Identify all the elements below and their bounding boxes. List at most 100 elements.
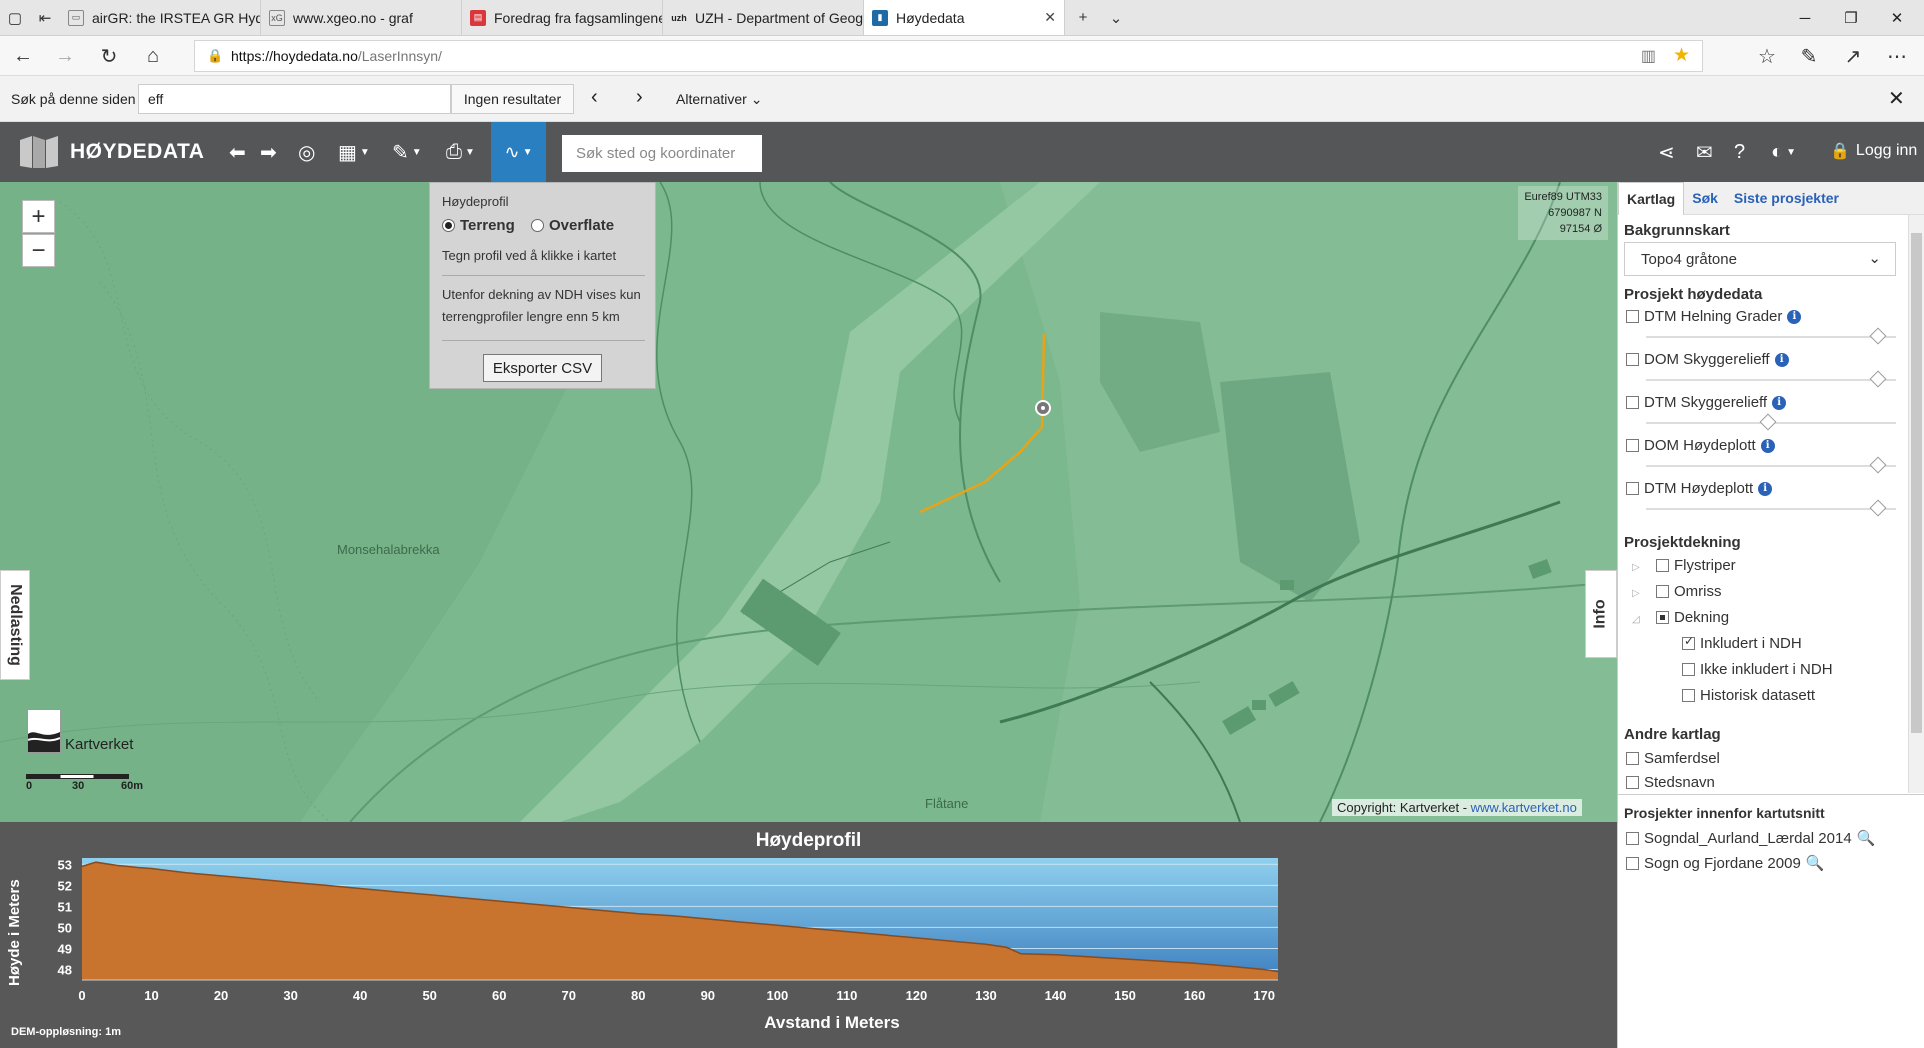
refresh-icon[interactable]: ↻: [94, 42, 124, 70]
checkbox[interactable]: [1626, 353, 1639, 366]
checkbox[interactable]: [1626, 831, 1639, 845]
tab-actions-icon[interactable]: ▢: [0, 0, 30, 35]
info-icon[interactable]: i: [1774, 352, 1789, 367]
layer-item[interactable]: DTM Skyggerelieff i: [1626, 394, 1787, 411]
forward-arrow-icon[interactable]: →: [50, 42, 80, 70]
pen-note-icon[interactable]: ✎: [1794, 42, 1824, 70]
tree-expand-icon[interactable]: ▷: [1632, 562, 1640, 573]
favorite-star-icon[interactable]: ★: [1673, 44, 1690, 67]
dekning-sub-inkludert[interactable]: Inkludert i NDH: [1682, 634, 1802, 652]
zoom-to-icon[interactable]: 🔍: [1806, 854, 1825, 872]
dekning-sub-historisk[interactable]: Historisk datasett: [1682, 687, 1815, 704]
checkbox[interactable]: [1682, 663, 1695, 676]
checkbox[interactable]: [1626, 396, 1639, 409]
favorites-hub-icon[interactable]: ☆: [1752, 42, 1782, 70]
zoom-to-icon[interactable]: 🔍: [1857, 829, 1876, 847]
sidebar-scrollbar[interactable]: [1908, 215, 1924, 793]
print-icon[interactable]: ⎙ ▼: [446, 138, 475, 166]
find-next-icon[interactable]: ›: [636, 86, 643, 109]
info-icon[interactable]: i: [1787, 309, 1802, 324]
map-view[interactable]: + − Euref89 UTM33 6790987 N 97154 Ø Mons…: [0, 182, 1617, 822]
zoom-out-button[interactable]: −: [22, 234, 55, 267]
find-previous-icon[interactable]: ‹: [591, 86, 598, 109]
find-input[interactable]: eff: [138, 84, 451, 114]
checkbox[interactable]: [1656, 585, 1669, 598]
slider-thumb[interactable]: [1869, 456, 1887, 474]
info-tab[interactable]: Info: [1585, 570, 1617, 658]
reading-view-icon[interactable]: ▥: [1641, 46, 1656, 66]
dekning-item-flystriper[interactable]: Flystriper: [1656, 557, 1736, 574]
checkbox[interactable]: [1626, 856, 1639, 870]
layer-item[interactable]: DTM Helning Grader i: [1626, 308, 1802, 325]
info-icon[interactable]: i: [1760, 438, 1775, 453]
info-icon[interactable]: i: [1758, 481, 1773, 496]
new-tab-icon[interactable]: +: [1065, 0, 1101, 35]
back-arrow-icon[interactable]: ←: [8, 42, 38, 70]
andre-item-samferdsel[interactable]: Samferdsel: [1626, 750, 1720, 767]
opacity-slider[interactable]: [1646, 327, 1896, 345]
browser-tab[interactable]: ▭ airGR: the IRSTEA GR Hydro: [60, 0, 261, 35]
checkbox[interactable]: [1626, 310, 1639, 323]
tab-sok[interactable]: Søk: [1684, 182, 1726, 215]
elevation-profile-button[interactable]: ∿ ▼: [491, 122, 546, 182]
terreng-radio[interactable]: Terreng: [442, 217, 515, 234]
bakgrunnskart-select[interactable]: Topo4 gråtone ⌄: [1624, 242, 1896, 276]
set-aside-tabs-icon[interactable]: ⇤: [30, 0, 60, 35]
dekning-item-omriss[interactable]: Omriss: [1656, 583, 1722, 600]
opacity-slider[interactable]: [1646, 413, 1896, 431]
browser-tab-active[interactable]: ▮ Høydedata ✕: [864, 0, 1065, 35]
opacity-slider[interactable]: [1646, 370, 1896, 388]
project-item[interactable]: Sogndal_Aurland_Lærdal 2014 🔍: [1626, 829, 1875, 847]
kartverket-link[interactable]: www.kartverket.no: [1471, 800, 1577, 815]
slider-thumb[interactable]: [1759, 413, 1777, 431]
slider-thumb[interactable]: [1869, 370, 1887, 388]
help-icon[interactable]: ?: [1734, 138, 1745, 166]
back-extent-icon[interactable]: ⬅: [229, 138, 246, 166]
home-icon[interactable]: ⌂: [138, 42, 168, 70]
minimize-icon[interactable]: ─: [1782, 0, 1828, 36]
project-item[interactable]: Sogn og Fjordane 2009 🔍: [1626, 854, 1824, 872]
opacity-slider[interactable]: [1646, 456, 1896, 474]
checkbox[interactable]: [1626, 776, 1639, 789]
overflate-radio[interactable]: Overflate: [531, 217, 614, 234]
locate-icon[interactable]: ◎: [298, 138, 315, 166]
andre-item-stedsnavn[interactable]: Stedsnavn: [1626, 774, 1715, 791]
close-window-icon[interactable]: ✕: [1874, 0, 1920, 36]
slider-thumb[interactable]: [1869, 499, 1887, 517]
slider-thumb[interactable]: [1869, 327, 1887, 345]
opacity-slider[interactable]: [1646, 499, 1896, 517]
checkbox[interactable]: [1682, 689, 1695, 702]
layer-item[interactable]: DTM Høydeplott i: [1626, 480, 1773, 497]
dekning-item-dekning[interactable]: Dekning: [1656, 609, 1729, 626]
mail-icon[interactable]: ✉: [1696, 138, 1713, 166]
nedlasting-tab[interactable]: Nedlasting: [0, 570, 30, 680]
layer-item[interactable]: DOM Skyggerelieff i: [1626, 351, 1789, 368]
checkbox-partial[interactable]: [1656, 611, 1669, 624]
draw-pencil-icon[interactable]: ✎ ▼: [392, 138, 422, 166]
tab-siste-prosjekter[interactable]: Siste prosjekter: [1726, 182, 1847, 215]
dekning-sub-ikke-inkludert[interactable]: Ikke inkludert i NDH: [1682, 661, 1833, 678]
info-icon[interactable]: i: [1772, 395, 1787, 410]
tab-kartlag[interactable]: Kartlag: [1618, 181, 1685, 215]
browser-tab[interactable]: uzh UZH - Department of Geog: [663, 0, 864, 35]
url-field[interactable]: 🔒 https://hoydedata.no/LaserInnsyn/ ▥ ★: [194, 40, 1703, 72]
tree-collapse-icon[interactable]: ◿: [1632, 614, 1640, 625]
zoom-in-button[interactable]: +: [22, 200, 55, 233]
browser-tab[interactable]: ▤ Foredrag fra fagsamlingene: [462, 0, 663, 35]
close-tab-icon[interactable]: ✕: [1044, 9, 1056, 26]
checkbox[interactable]: [1626, 482, 1639, 495]
forward-extent-icon[interactable]: ➡: [260, 138, 277, 166]
find-options-button[interactable]: Alternativer ⌄: [676, 91, 762, 108]
login-button[interactable]: 🔒 Logg inn: [1830, 141, 1917, 161]
restore-icon[interactable]: ❐: [1828, 0, 1874, 36]
tree-expand-icon[interactable]: ▷: [1632, 588, 1640, 599]
checkbox-checked[interactable]: [1682, 634, 1695, 650]
more-menu-icon[interactable]: ⋯: [1882, 42, 1912, 70]
app-logo[interactable]: HØYDEDATA: [18, 134, 204, 170]
place-search-input[interactable]: Søk sted og koordinater: [562, 135, 762, 172]
browser-tab[interactable]: xG www.xgeo.no - graf: [261, 0, 462, 35]
checkbox[interactable]: [1626, 752, 1639, 765]
language-globe-icon[interactable]: ◐ ▼: [1771, 138, 1796, 166]
checkbox[interactable]: [1656, 559, 1669, 572]
close-find-icon[interactable]: ✕: [1888, 86, 1905, 111]
